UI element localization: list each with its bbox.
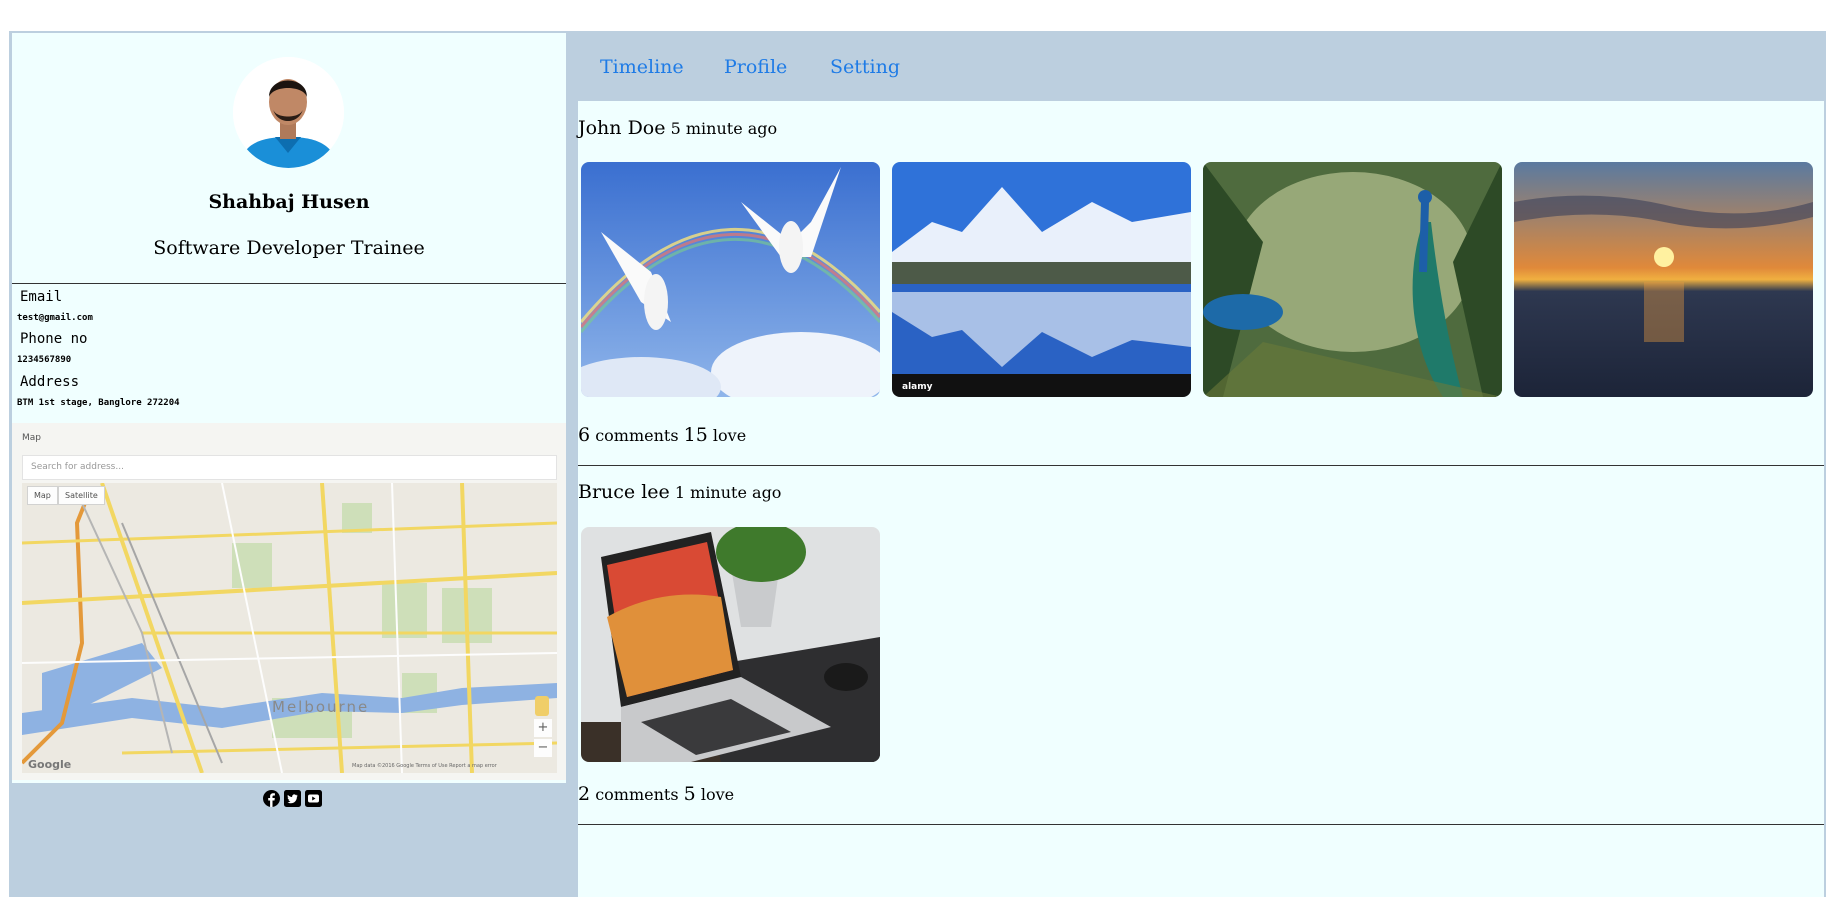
zoom-out-button[interactable]: − — [534, 739, 552, 757]
address-value: BTM 1st stage, Banglore 272204 — [17, 398, 180, 408]
timeline-feed: John Doe 5 minute ago alamy 6 comments 1… — [578, 101, 1824, 897]
nav-timeline-link[interactable]: Timeline — [600, 56, 684, 78]
address-label: Address — [20, 374, 80, 390]
post-time: 1 minute ago — [674, 483, 782, 502]
map-city-label: Melbourne — [272, 698, 370, 716]
comments-count: 6 — [578, 424, 591, 446]
post-stats: 2 comments 5 love — [578, 783, 734, 805]
post-author[interactable]: Bruce lee — [578, 481, 670, 503]
youtube-icon[interactable] — [305, 790, 322, 807]
phone-label: Phone no — [20, 331, 88, 347]
pegman-icon[interactable] — [535, 696, 549, 716]
email-label: Email — [20, 289, 63, 305]
profile-name: Shahbaj Husen — [208, 191, 370, 213]
nav-profile-link[interactable]: Profile — [724, 56, 787, 78]
post-image[interactable] — [581, 527, 880, 762]
comments-link[interactable]: comments — [595, 426, 678, 445]
post-header: Bruce lee 1 minute ago — [578, 481, 781, 503]
post-stats: 6 comments 15 love — [578, 424, 746, 446]
profile-sidebar: Shahbaj Husen Software Developer Trainee… — [12, 33, 566, 783]
facebook-icon[interactable] — [263, 790, 280, 807]
comments-count: 2 — [578, 783, 591, 805]
google-logo: Google — [28, 758, 72, 771]
phone-value: 1234567890 — [17, 355, 72, 365]
profile-divider — [12, 283, 566, 284]
post-image[interactable] — [1514, 162, 1813, 397]
post-divider — [578, 824, 1824, 825]
map-canvas[interactable]: Map Satellite Melbourne + − — [22, 483, 557, 773]
post-divider — [578, 465, 1824, 466]
love-link[interactable]: love — [713, 426, 746, 445]
love-count: 15 — [683, 424, 708, 446]
map-widget[interactable]: Map Search for address... Map Satellite … — [12, 423, 566, 780]
email-value: test@gmail.com — [17, 313, 93, 323]
svg-text:alamy: alamy — [902, 382, 933, 392]
love-link[interactable]: love — [701, 785, 734, 804]
post-time: 5 minute ago — [670, 119, 778, 138]
map-search-input[interactable]: Search for address... — [22, 455, 557, 480]
post-image[interactable] — [581, 162, 880, 397]
map-title: Map — [22, 433, 41, 443]
post-image[interactable] — [1203, 162, 1502, 397]
twitter-icon[interactable] — [284, 790, 301, 807]
post-image[interactable]: alamy — [892, 162, 1191, 397]
nav-setting-link[interactable]: Setting — [830, 56, 900, 78]
zoom-in-button[interactable]: + — [534, 719, 552, 737]
comments-link[interactable]: comments — [595, 785, 678, 804]
profile-role: Software Developer Trainee — [153, 237, 425, 259]
map-footer: Map data ©2016 Google Terms of Use Repor… — [352, 763, 497, 769]
post-header: John Doe 5 minute ago — [578, 117, 777, 139]
top-nav: Timeline Profile Setting — [566, 33, 1824, 101]
social-links — [263, 790, 322, 807]
map-type-satellite-button[interactable]: Satellite — [58, 486, 105, 505]
post-author[interactable]: John Doe — [578, 117, 666, 139]
avatar — [233, 57, 344, 168]
map-type-map-button[interactable]: Map — [27, 486, 58, 505]
love-count: 5 — [683, 783, 696, 805]
